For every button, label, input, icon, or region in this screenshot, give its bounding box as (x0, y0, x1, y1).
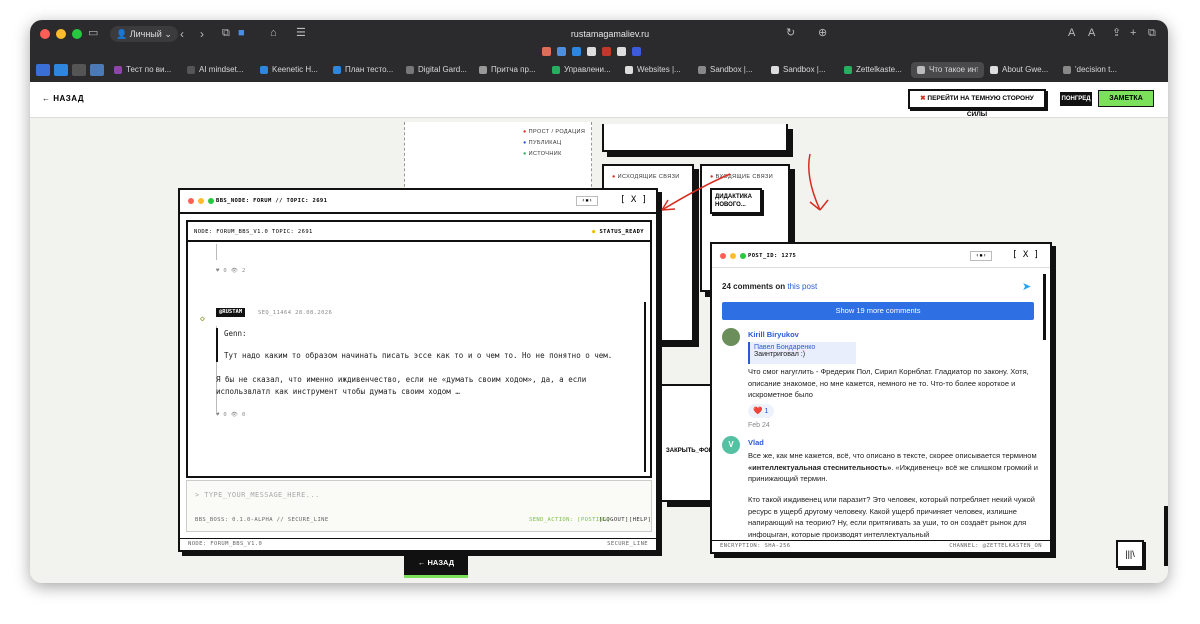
browser-tab[interactable]: Zettelkaste... (838, 62, 911, 78)
page-content: ← НАЗАД ✖ ПЕРЕЙТИ НА ТЕМНУЮ СТОРОНУ СИЛЫ… (30, 82, 1168, 583)
tab-favicon-icon (1063, 66, 1071, 74)
tab-label: Sandbox |... (710, 65, 753, 74)
browser-tab[interactable]: Что такое интеллек... (911, 62, 984, 78)
browser-tab[interactable]: Тест по ви... (108, 62, 181, 78)
browser-tab[interactable]: Keenetic H... (254, 62, 327, 78)
tab-label: План тесто... (345, 65, 394, 74)
pinned-tab-icon[interactable] (90, 64, 104, 76)
annotation-arrow-left (661, 173, 731, 211)
tab-favicon-icon (187, 66, 195, 74)
browser-tab[interactable]: Притча пр... (473, 62, 546, 78)
tab-label: Притча пр... (491, 65, 536, 74)
annotation-arrowhead (809, 199, 829, 211)
browser-tab[interactable]: Sandbox |... (765, 62, 838, 78)
sidebar-icon[interactable]: ▭ (88, 26, 98, 40)
tab-favicon-icon (844, 66, 852, 74)
tab-label: Websites |... (637, 65, 681, 74)
favorites-bar (542, 47, 641, 56)
forward-nav-icon[interactable]: › (194, 26, 210, 42)
pinned-tab-icon[interactable] (36, 64, 50, 76)
favorite-icon[interactable] (602, 47, 611, 56)
extension-icon[interactable]: ⧉ (222, 26, 230, 40)
tab-favicon-icon (990, 66, 998, 74)
tab-overview-icon[interactable]: ⧉ (1148, 26, 1156, 40)
library-icon[interactable]: |||\ (1116, 540, 1144, 568)
tab-label: AI mindset... (199, 65, 244, 74)
browser-tab[interactable]: About Gwe... (984, 62, 1057, 78)
tab-label: Тест по ви... (126, 65, 172, 74)
share-icon[interactable]: ⇪ (1112, 26, 1121, 40)
profile-name: Личный (129, 29, 162, 39)
minimize-window-button[interactable] (56, 29, 66, 39)
browser-tab[interactable]: Digital Gard... (400, 62, 473, 78)
tab-favicon-icon (406, 66, 414, 74)
favorite-icon[interactable] (617, 47, 626, 56)
close-window-button[interactable] (40, 29, 50, 39)
tab-label: Zettelkaste... (856, 65, 902, 74)
browser-tab[interactable]: Sandbox |... (692, 62, 765, 78)
pinned-tab-icon[interactable] (72, 64, 86, 76)
favorite-icon[interactable] (587, 47, 596, 56)
pinned-tab-icon[interactable] (54, 64, 68, 76)
extension-blue-icon[interactable]: ■ (238, 26, 245, 40)
font-large-button[interactable]: A (1088, 26, 1095, 40)
tab-favicon-icon (260, 66, 268, 74)
new-tab-icon[interactable]: + (1130, 26, 1136, 40)
tab-label: Управлени... (564, 65, 611, 74)
reload-icon[interactable]: ↻ (786, 26, 795, 40)
font-small-button[interactable]: A (1068, 26, 1075, 40)
browser-tab[interactable]: 'decision t... (1057, 62, 1130, 78)
profile-switcher[interactable]: 👤 Личный ⌄ (110, 26, 178, 42)
browser-tab[interactable]: Управлени... (546, 62, 619, 78)
browser-tab[interactable]: План тесто... (327, 62, 400, 78)
tab-favicon-icon (114, 66, 122, 74)
address-bar[interactable]: rustamagamaliev.ru (410, 26, 810, 42)
tab-label: Что такое интеллек... (929, 65, 978, 74)
browser-window: ▭ 👤 Личный ⌄ ‹ › ⧉ ■ ⌂ ☰ rustamagamaliev… (30, 20, 1168, 583)
zoom-window-button[interactable] (72, 29, 82, 39)
favorite-icon[interactable] (632, 47, 641, 56)
tab-favicon-icon (479, 66, 487, 74)
url-text: rustamagamaliev.ru (570, 29, 650, 39)
reader-icon[interactable]: ☰ (296, 26, 306, 40)
tab-label: About Gwe... (1002, 65, 1049, 74)
tab-favicon-icon (333, 66, 341, 74)
tab-label: 'decision t... (1075, 65, 1117, 74)
tab-favicon-icon (917, 66, 925, 74)
tab-favicon-icon (625, 66, 633, 74)
window-controls (40, 29, 82, 39)
page-scrollbar[interactable] (1164, 506, 1168, 566)
download-icon[interactable]: ⊕ (818, 26, 827, 40)
tab-favicon-icon (552, 66, 560, 74)
tab-bar: Тест по ви... AI mindset... Keenetic H... П… (30, 60, 1168, 80)
favorite-icon[interactable] (542, 47, 551, 56)
browser-chrome: ▭ 👤 Личный ⌄ ‹ › ⧉ ■ ⌂ ☰ rustamagamaliev… (30, 20, 1168, 82)
tab-favicon-icon (698, 66, 706, 74)
tab-label: Keenetic H... (272, 65, 318, 74)
favorite-icon[interactable] (557, 47, 566, 56)
browser-tab[interactable]: Websites |... (619, 62, 692, 78)
tab-favicon-icon (771, 66, 779, 74)
back-nav-icon[interactable]: ‹ (174, 26, 190, 42)
tab-label: Digital Gard... (418, 65, 467, 74)
home-icon[interactable]: ⌂ (270, 26, 277, 40)
favorite-icon[interactable] (572, 47, 581, 56)
annotation-arrows (661, 153, 829, 211)
browser-tab[interactable]: AI mindset... (181, 62, 254, 78)
tab-label: Sandbox |... (783, 65, 826, 74)
